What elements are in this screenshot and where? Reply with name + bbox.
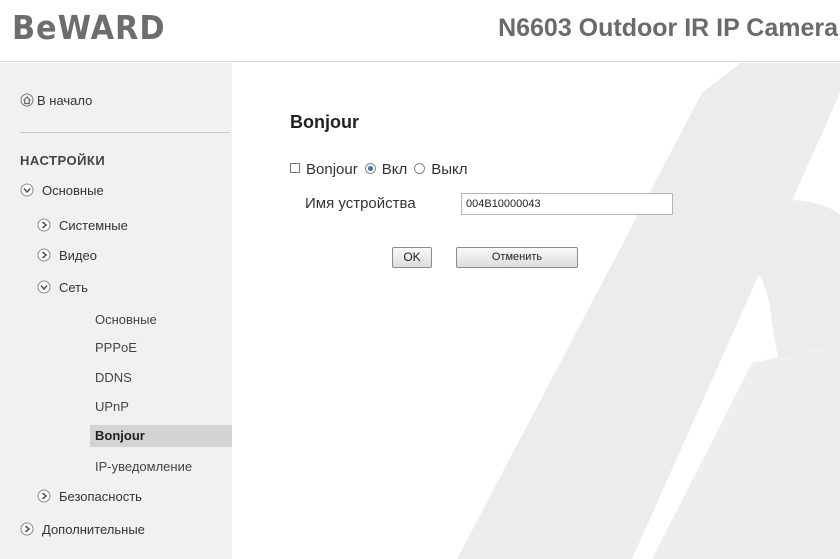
sidebar-item-ddns[interactable]: DDNS	[95, 367, 132, 389]
bonjour-off-radio[interactable]	[414, 163, 426, 174]
sidebar-item-basic[interactable]: Основные	[20, 180, 104, 202]
header: BeWARD N6603 Outdoor IR IP Camera	[0, 0, 840, 62]
page-title: Bonjour	[290, 112, 359, 132]
chevron-down-icon	[20, 183, 34, 197]
sidebar-divider	[20, 132, 230, 133]
sidebar-item-network-basic[interactable]: Основные	[95, 309, 157, 331]
bonjour-toggle-row: Bonjour Вкл Выкл	[290, 161, 467, 178]
device-name-label: Имя устройства	[305, 195, 416, 212]
bonjour-off-label: Выкл	[431, 161, 468, 178]
sidebar-item-security[interactable]: Безопасность	[37, 486, 142, 508]
sidebar-item-system[interactable]: Системные	[37, 215, 128, 237]
cancel-button[interactable]: Отменить	[456, 247, 578, 268]
home-link[interactable]: В начало	[20, 93, 92, 108]
bonjour-on-radio[interactable]	[364, 163, 376, 174]
beward-logo: BeWARD	[12, 8, 166, 47]
sidebar-item-network-label: Сеть	[59, 280, 88, 295]
sidebar-item-basic-label: Основные	[42, 183, 104, 198]
settings-section-label: НАСТРОЙКИ	[20, 153, 106, 168]
chevron-right-icon	[37, 248, 51, 262]
chevron-right-icon	[37, 489, 51, 503]
sidebar-item-advanced[interactable]: Дополнительные	[20, 519, 145, 541]
home-icon	[20, 93, 34, 107]
chevron-down-icon	[37, 280, 51, 294]
sidebar: В начало НАСТРОЙКИ Основные Системные Ви…	[0, 63, 232, 559]
watermark-logo	[457, 63, 840, 559]
device-name-input[interactable]	[461, 193, 673, 215]
sidebar-item-bonjour[interactable]: Bonjour	[90, 425, 232, 447]
sidebar-item-advanced-label: Дополнительные	[42, 522, 145, 537]
sidebar-item-system-label: Системные	[59, 218, 128, 233]
sidebar-item-security-label: Безопасность	[59, 489, 142, 504]
sidebar-item-video-label: Видео	[59, 248, 97, 263]
home-label: В начало	[37, 93, 93, 108]
camera-model-title: N6603 Outdoor IR IP Camera	[498, 14, 838, 42]
bonjour-checkbox[interactable]	[290, 163, 300, 173]
sidebar-item-upnp[interactable]: UPnP	[95, 396, 129, 418]
sidebar-item-network[interactable]: Сеть	[37, 277, 88, 299]
bonjour-on-label: Вкл	[381, 161, 408, 178]
chevron-right-icon	[37, 218, 51, 232]
sidebar-item-video[interactable]: Видео	[37, 245, 97, 267]
sidebar-item-ip-notification[interactable]: IP-уведомление	[95, 456, 192, 478]
chevron-right-icon	[20, 522, 34, 536]
sidebar-item-pppoe[interactable]: PPPoE	[95, 337, 137, 359]
ok-button[interactable]: OK	[392, 247, 432, 268]
bonjour-label: Bonjour	[306, 161, 358, 178]
